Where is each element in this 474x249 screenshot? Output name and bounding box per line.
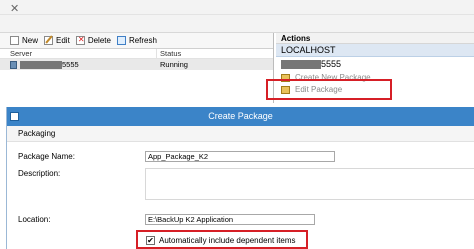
dialog-titlebar[interactable]: Create Package [7, 107, 474, 126]
actions-title: Actions [276, 33, 474, 44]
delete-label: Delete [87, 36, 111, 45]
column-header-server[interactable]: Server [0, 49, 157, 58]
new-button[interactable]: New [10, 36, 38, 45]
toolbar: New Edit Delete Refresh [0, 33, 273, 49]
new-icon [10, 36, 19, 45]
actions-host[interactable]: LOCALHOST [276, 44, 474, 57]
redacted-block [20, 60, 62, 69]
top-band: ✕ [0, 0, 474, 33]
table-row[interactable]: 5555 Running [0, 59, 273, 70]
package-name-input[interactable]: App_Package_K2 [145, 151, 335, 162]
delete-icon [75, 35, 85, 45]
new-label: New [22, 36, 39, 45]
refresh-button[interactable]: Refresh [116, 36, 157, 45]
servers-pane: New Edit Delete Refresh Server Status 55… [0, 33, 274, 103]
location-label: Location: [18, 215, 51, 224]
status-cell: Running [160, 60, 188, 69]
description-label: Description: [18, 169, 61, 178]
package-name-label: Package Name: [18, 152, 75, 161]
edit-icon [44, 36, 54, 45]
edit-label: Edit [56, 36, 70, 45]
divider [0, 14, 474, 15]
dialog-app-icon [10, 112, 19, 121]
packaging-section-header: Packaging [7, 126, 474, 142]
actions-server[interactable]: 5555 [276, 57, 474, 72]
edit-button[interactable]: Edit [44, 36, 70, 45]
redacted-block [281, 60, 321, 69]
delete-button[interactable]: Delete [75, 35, 111, 45]
column-header-status[interactable]: Status [157, 49, 181, 58]
description-field[interactable] [145, 168, 474, 200]
create-package-dialog: Create Package Packaging Package Name: A… [6, 107, 474, 249]
refresh-icon [116, 36, 126, 45]
location-input[interactable]: E:\BackUp K2 Application [145, 214, 315, 225]
grid-header: Server Status [0, 49, 273, 59]
refresh-label: Refresh [128, 36, 157, 45]
server-suffix: 5555 [62, 60, 79, 69]
create-package-highlight [266, 79, 392, 100]
actions-server-suffix: 5555 [321, 59, 342, 69]
server-cell: 5555 [0, 59, 157, 70]
auto-include-highlight [136, 230, 308, 249]
server-icon [10, 60, 17, 69]
dialog-title: Create Package [208, 111, 273, 121]
